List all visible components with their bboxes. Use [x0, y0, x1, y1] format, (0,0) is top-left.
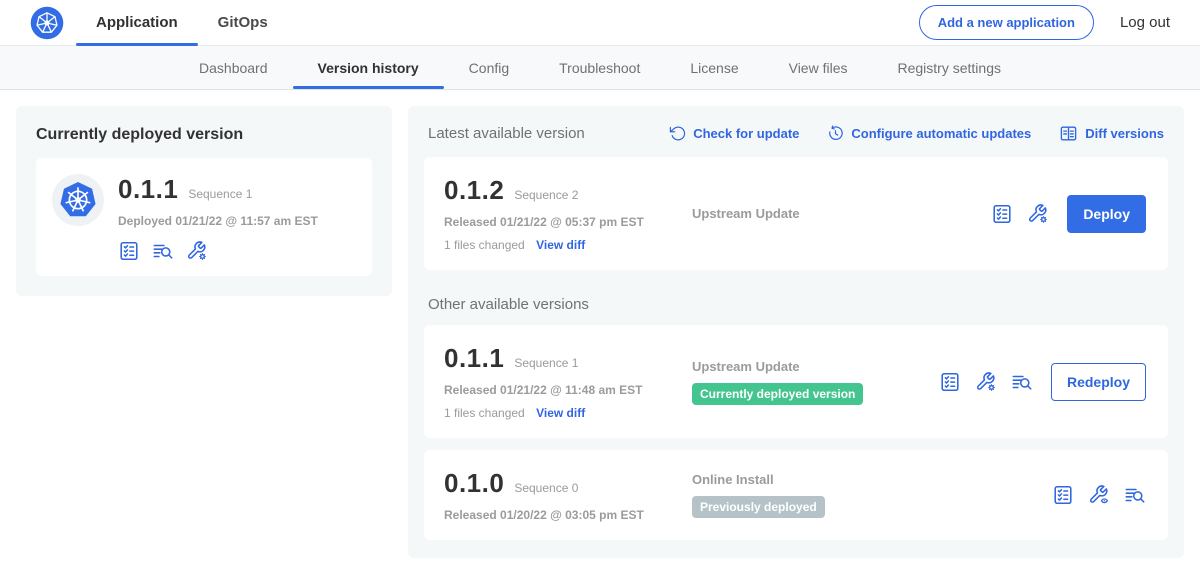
logout-link[interactable]: Log out — [1120, 14, 1170, 31]
released-timestamp: Released 01/20/22 @ 03:05 pm EST — [444, 508, 684, 522]
kots-admin-console: ApplicationGitOps Add a new application … — [0, 0, 1200, 564]
panel-actions: Check for update Configure automatic upda… — [669, 124, 1164, 143]
version-row-info: 0.1.1 Sequence 1 Released 01/21/22 @ 11:… — [444, 343, 684, 420]
add-application-button[interactable]: Add a new application — [919, 5, 1094, 40]
version-source-label: Upstream Update — [692, 206, 991, 221]
diff-versions-link[interactable]: Diff versions — [1059, 124, 1164, 143]
latest-version-title: Latest available version — [428, 125, 585, 142]
nav-tab-gitops[interactable]: GitOps — [198, 0, 288, 46]
deployed-version-label: 0.1.1 — [118, 174, 178, 205]
files-changed-line: 1 files changed View diff — [444, 406, 684, 420]
version-row-status: Upstream Update Currently deployed versi… — [684, 359, 939, 405]
version-source-label: Upstream Update — [692, 359, 939, 374]
action-link-label: Configure automatic updates — [851, 126, 1031, 141]
navbar-right: Add a new application Log out — [919, 5, 1170, 40]
deployed-sequence-label: Sequence 1 — [188, 187, 252, 201]
top-navbar: ApplicationGitOps Add a new application … — [0, 0, 1200, 46]
view-diff-link[interactable]: View diff — [536, 238, 585, 252]
sequence-label: Sequence 2 — [514, 188, 578, 202]
edit-config-icon[interactable] — [186, 240, 208, 262]
refresh-icon — [669, 125, 686, 142]
check-for-update-link[interactable]: Check for update — [669, 124, 799, 143]
edit-config-icon[interactable] — [975, 371, 997, 393]
preflight-checks-icon[interactable] — [991, 203, 1013, 225]
version-history-panel: Latest available version Check for updat… — [408, 106, 1184, 558]
subnav-tab-view-files[interactable]: View files — [764, 46, 873, 89]
version-row-actions: Deploy — [991, 195, 1148, 233]
version-label: 0.1.0 — [444, 468, 504, 499]
configure-automatic-updates-link[interactable]: Configure automatic updates — [827, 124, 1031, 143]
files-changed-label: 1 files changed — [444, 238, 525, 252]
app-switcher-tabs: ApplicationGitOps — [76, 0, 288, 46]
deploy-logs-icon[interactable] — [1011, 371, 1033, 393]
subnav-tab-version-history[interactable]: Version history — [293, 46, 444, 89]
kubernetes-logo-icon — [30, 6, 64, 40]
version-row-0-1-2: 0.1.2 Sequence 2 Released 01/21/22 @ 05:… — [424, 157, 1168, 270]
version-row-actions: Redeploy — [939, 363, 1148, 401]
subnav-tab-dashboard[interactable]: Dashboard — [174, 46, 293, 89]
deploy-logs-icon[interactable] — [1124, 484, 1146, 506]
version-row-actions — [1052, 484, 1148, 506]
version-row-info: 0.1.0 Sequence 0 Released 01/20/22 @ 03:… — [444, 468, 684, 522]
sequence-label: Sequence 1 — [514, 356, 578, 370]
deployed-version-actions — [118, 240, 318, 262]
sequence-label: Sequence 0 — [514, 481, 578, 495]
view-config-icon[interactable] — [1088, 484, 1110, 506]
diff-icon — [1059, 124, 1078, 143]
version-label: 0.1.2 — [444, 175, 504, 206]
application-icon — [52, 174, 104, 226]
edit-config-icon[interactable] — [1027, 203, 1049, 225]
main-content: Currently deployed version 0.1.1 Sequenc… — [0, 90, 1200, 564]
action-link-label: Check for update — [693, 126, 799, 141]
version-label: 0.1.1 — [444, 343, 504, 374]
view-diff-link[interactable]: View diff — [536, 406, 585, 420]
files-changed-label: 1 files changed — [444, 406, 525, 420]
redeploy-button[interactable]: Redeploy — [1051, 363, 1146, 401]
deploy-button[interactable]: Deploy — [1067, 195, 1146, 233]
version-row-status: Online Install Previously deployed — [684, 472, 1052, 518]
action-link-label: Diff versions — [1085, 126, 1164, 141]
deploy-status-badge: Previously deployed — [692, 496, 825, 518]
deployed-card-title: Currently deployed version — [36, 126, 372, 144]
panel-header: Latest available version Check for updat… — [424, 122, 1168, 157]
currently-deployed-card: Currently deployed version 0.1.1 Sequenc… — [16, 106, 392, 296]
nav-tab-application[interactable]: Application — [76, 0, 198, 46]
app-subnav: DashboardVersion historyConfigTroublesho… — [0, 46, 1200, 90]
preflight-checks-icon[interactable] — [1052, 484, 1074, 506]
subnav-tab-config[interactable]: Config — [444, 46, 534, 89]
latest-version-section: 0.1.2 Sequence 2 Released 01/21/22 @ 05:… — [424, 157, 1168, 270]
deployed-timestamp: Deployed 01/21/22 @ 11:57 am EST — [118, 214, 318, 228]
auto-update-icon — [827, 125, 844, 142]
subnav-tab-troubleshoot[interactable]: Troubleshoot — [534, 46, 665, 89]
deploy-logs-icon[interactable] — [152, 240, 174, 262]
subnav-tab-registry-settings[interactable]: Registry settings — [873, 46, 1026, 89]
subnav-tab-license[interactable]: License — [665, 46, 763, 89]
version-row-status: Upstream Update — [684, 206, 991, 221]
released-timestamp: Released 01/21/22 @ 11:48 am EST — [444, 383, 684, 397]
version-row-0-1-0: 0.1.0 Sequence 0 Released 01/20/22 @ 03:… — [424, 450, 1168, 540]
version-row-0-1-1: 0.1.1 Sequence 1 Released 01/21/22 @ 11:… — [424, 325, 1168, 438]
deploy-status-badge: Currently deployed version — [692, 383, 863, 405]
files-changed-line: 1 files changed View diff — [444, 238, 684, 252]
version-source-label: Online Install — [692, 472, 1052, 487]
preflight-checks-icon[interactable] — [939, 371, 961, 393]
preflight-checks-icon[interactable] — [118, 240, 140, 262]
released-timestamp: Released 01/21/22 @ 05:37 pm EST — [444, 215, 684, 229]
other-versions-title: Other available versions — [428, 296, 1164, 313]
version-row-info: 0.1.2 Sequence 2 Released 01/21/22 @ 05:… — [444, 175, 684, 252]
other-versions-section: 0.1.1 Sequence 1 Released 01/21/22 @ 11:… — [424, 325, 1168, 540]
deployed-version-card: 0.1.1 Sequence 1 Deployed 01/21/22 @ 11:… — [36, 158, 372, 276]
